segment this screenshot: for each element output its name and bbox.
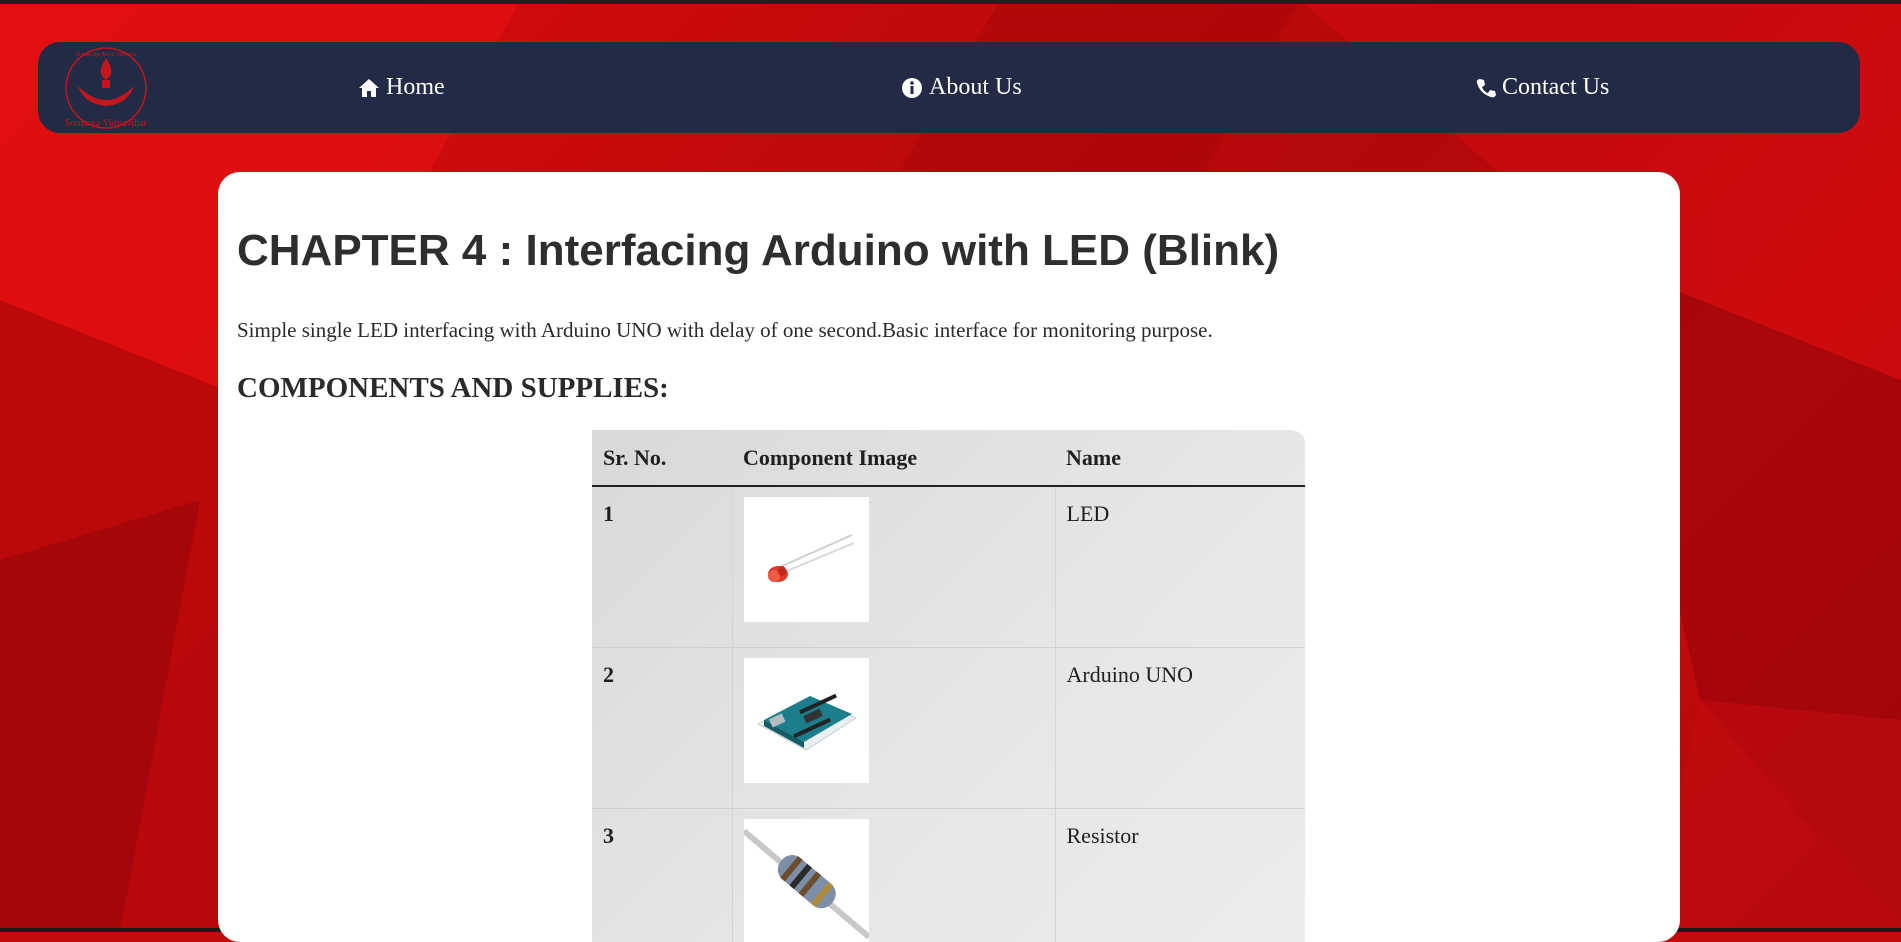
logo-text-top: Knowledge Alone Liberates	[76, 52, 137, 58]
table-row: 3	[592, 809, 1305, 942]
table-header-row: Sr. No. Component Image Name	[592, 430, 1305, 486]
row-name: Arduino UNO	[1055, 648, 1305, 809]
arduino-uno-image[interactable]	[744, 658, 869, 783]
led-image[interactable]	[744, 497, 869, 622]
content-card: CHAPTER 4 : Interfacing Arduino with LED…	[218, 172, 1680, 942]
row-image-cell	[732, 809, 1055, 942]
logo-text-bottom: Somaiya Vidyavihar	[65, 118, 147, 129]
home-icon	[358, 78, 380, 98]
nav-home-link[interactable]: Home	[358, 42, 445, 133]
row-image-cell	[732, 648, 1055, 809]
column-header-component-image: Component Image	[732, 430, 1055, 486]
row-name: Resistor	[1055, 809, 1305, 942]
page-description: Simple single LED interfacing with Ardui…	[237, 318, 1213, 343]
nav-about-label: About Us	[929, 74, 1022, 101]
phone-icon	[1476, 78, 1496, 98]
components-table: Sr. No. Component Image Name 1	[592, 430, 1305, 942]
table-row: 2	[592, 648, 1305, 809]
row-sr-no: 2	[592, 648, 732, 809]
page-title: CHAPTER 4 : Interfacing Arduino with LED…	[237, 226, 1279, 276]
row-sr-no: 3	[592, 809, 732, 942]
column-header-sr-no: Sr. No.	[592, 430, 732, 486]
nav-contact-link[interactable]: Contact Us	[1476, 42, 1609, 133]
row-name: LED	[1055, 486, 1305, 648]
column-header-name: Name	[1055, 430, 1305, 486]
row-sr-no: 1	[592, 486, 732, 648]
nav-home-label: Home	[386, 74, 445, 101]
section-title: COMPONENTS AND SUPPLIES:	[237, 372, 669, 405]
resistor-image[interactable]	[744, 819, 869, 942]
nav-contact-label: Contact Us	[1502, 74, 1609, 101]
nav-about-link[interactable]: About Us	[901, 42, 1022, 133]
info-circle-icon	[901, 77, 923, 99]
table-row: 1 LED	[592, 486, 1305, 648]
navbar: Somaiya Vidyavihar Knowledge Alone Liber…	[38, 42, 1860, 133]
top-edge-bar	[0, 0, 1901, 4]
row-image-cell	[732, 486, 1055, 648]
samaiya-logo-icon[interactable]: Somaiya Vidyavihar Knowledge Alone Liber…	[62, 44, 150, 132]
